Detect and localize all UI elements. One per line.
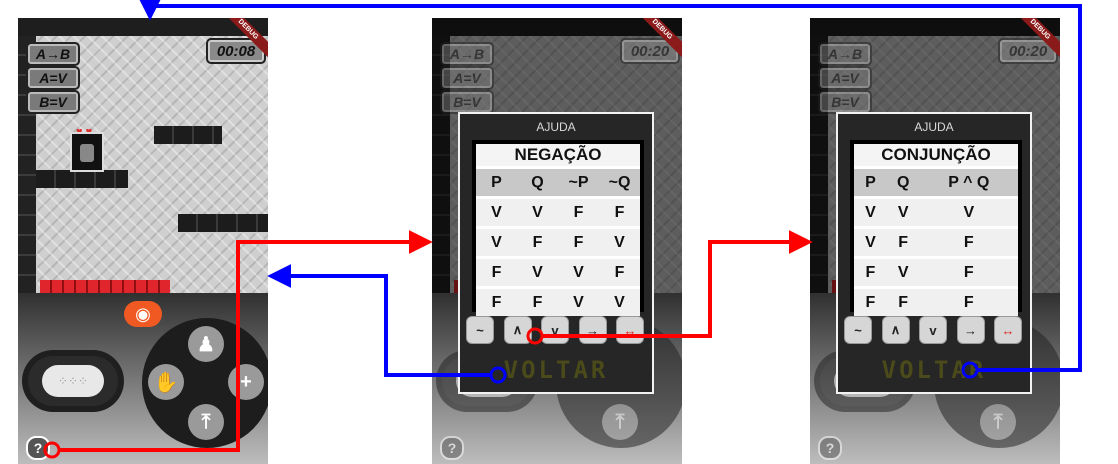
- flow-arrow-help-to-negation: [58, 230, 433, 452]
- flow-annotations: [43, 0, 1082, 459]
- flow-marker: [489, 366, 507, 384]
- flow-marker: [43, 441, 61, 459]
- flow-arrow-conj-to-conjunction: [543, 230, 813, 338]
- flow-marker: [526, 327, 544, 345]
- flow-arrow-back-to-main: [267, 264, 492, 377]
- flow-arrow-back-top: [138, 0, 1082, 372]
- flow-marker: [961, 361, 979, 379]
